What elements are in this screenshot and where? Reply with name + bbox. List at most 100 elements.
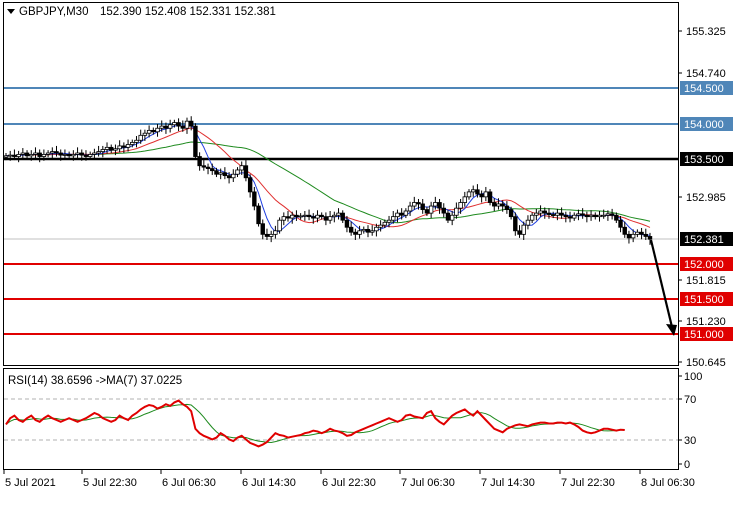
candle-body (550, 214, 556, 216)
symbol-label: GBPJPY,M30 (19, 6, 88, 18)
candle-body (273, 230, 278, 235)
level-tag: 152.000 (684, 259, 724, 271)
candle-body (424, 209, 430, 214)
candle-body (534, 212, 539, 216)
candle-body (29, 154, 34, 157)
candle-body (437, 202, 442, 209)
rsi-tick: 30 (684, 435, 696, 447)
candle-body (12, 154, 17, 157)
candle-body (323, 216, 329, 221)
candle-body (500, 203, 505, 207)
candle-body (433, 202, 438, 207)
candle-body (256, 205, 261, 225)
candle-body (163, 125, 169, 129)
candle-body (559, 212, 564, 216)
candle-body (319, 214, 324, 218)
candle-body (268, 233, 274, 237)
candle-body (79, 152, 84, 156)
candle-body (416, 202, 421, 205)
candle-body (428, 205, 434, 214)
candle-body (180, 125, 185, 129)
candle-body (609, 213, 615, 216)
candle-body (395, 212, 400, 218)
candle-body (492, 202, 497, 207)
candle-body (247, 177, 253, 193)
candle-body (647, 236, 653, 240)
candle-body (513, 216, 518, 232)
time-tick: 6 Jul 14:30 (242, 477, 296, 489)
candle-body (420, 203, 425, 210)
current-price-tag: 152.381 (684, 234, 724, 246)
trading-chart-window[interactable]: GBPJPY,M30 152.390 152.408 152.331 152.3… (0, 0, 741, 504)
price-axis[interactable]: 155.325 154.740 152.985 151.815 151.230 … (678, 26, 726, 369)
candle-body (201, 165, 207, 168)
candle-body (567, 216, 573, 219)
candle-body (239, 165, 244, 171)
level-tag: 154.500 (684, 83, 724, 95)
candle-body (635, 231, 640, 235)
candle-body (399, 212, 404, 216)
candle[interactable] (256, 203, 261, 227)
candle-body (458, 202, 463, 209)
candle-body (462, 196, 467, 203)
candle-body (24, 152, 30, 157)
candle-body (50, 151, 55, 154)
candle-body (445, 212, 451, 221)
candle-body (155, 127, 160, 133)
candle-body (378, 224, 383, 228)
candle-body (189, 120, 194, 127)
ohlc-readout: 152.390 152.408 152.331 152.381 (100, 6, 276, 18)
candle-body (542, 210, 547, 214)
candle-body (382, 221, 388, 226)
time-tick: 6 Jul 22:30 (322, 477, 376, 489)
candle-body (142, 132, 148, 136)
candle-body (159, 125, 164, 129)
candle-body (33, 152, 38, 155)
candle-body (109, 146, 114, 151)
candle-body (546, 212, 552, 215)
candle-body (92, 152, 97, 155)
candle-body (146, 129, 152, 134)
candle-body (639, 231, 644, 235)
candle-body (298, 215, 303, 218)
candle-body (226, 175, 232, 179)
candle-body (176, 122, 181, 127)
candle-body (344, 219, 350, 228)
rsi-tick: 0 (684, 459, 690, 471)
candle-body (172, 122, 177, 126)
candle-body (193, 125, 198, 157)
main-price-panel[interactable] (3, 2, 679, 366)
candle-body (601, 214, 606, 217)
candle-body (290, 214, 295, 219)
candle-body (369, 230, 375, 233)
candle-body (588, 214, 594, 218)
candle[interactable] (277, 217, 282, 234)
candle[interactable] (193, 123, 198, 160)
candle-body (277, 219, 282, 232)
candle-body (117, 145, 122, 150)
chart-canvas[interactable]: GBPJPY,M30 152.390 152.408 152.331 152.3… (0, 0, 741, 504)
candle-body (584, 214, 590, 218)
candle-body (41, 154, 47, 157)
time-tick: 5 Jul 22:30 (83, 477, 137, 489)
candle-body (58, 152, 63, 156)
candle-body (113, 148, 118, 151)
candle-body (285, 216, 291, 219)
candle-body (517, 230, 522, 235)
level-tag: 153.500 (684, 154, 724, 166)
candle-body (264, 233, 270, 237)
price-tick: 151.230 (686, 316, 726, 328)
candle-body (454, 207, 459, 216)
price-tick: 155.325 (686, 26, 726, 38)
candle-body (475, 189, 480, 195)
candle-body (151, 129, 156, 133)
candle-body (563, 214, 569, 218)
candle-body (441, 207, 446, 214)
candle-body (391, 216, 396, 221)
candle-body (243, 165, 249, 179)
candle-body (138, 134, 143, 141)
candle-body (281, 216, 287, 221)
candle-body (121, 145, 127, 148)
candle[interactable] (487, 189, 493, 206)
candle-body (315, 214, 320, 219)
